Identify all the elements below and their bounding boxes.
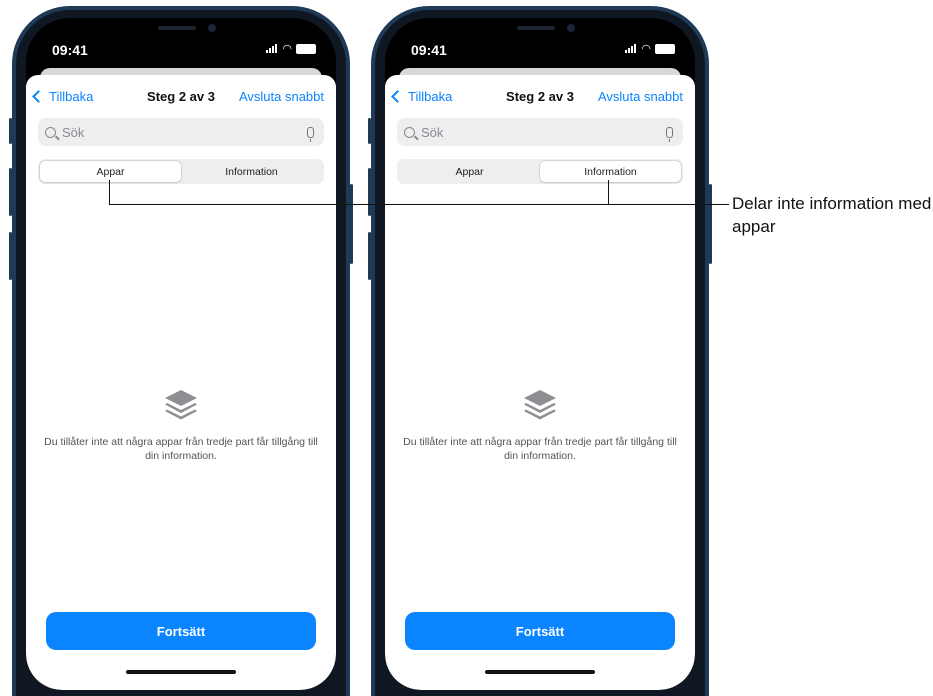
- tab-appar[interactable]: Appar: [399, 161, 540, 182]
- callout-line-right-vertical: [608, 180, 609, 205]
- status-bar: 09:41 ◠: [385, 18, 695, 74]
- layers-icon: [165, 390, 197, 420]
- speaker: [517, 26, 555, 30]
- power-button: [709, 184, 712, 264]
- empty-message: Du tillåter inte att några appar från tr…: [403, 436, 677, 462]
- wifi-icon: ◠: [641, 43, 651, 55]
- side-button: [368, 118, 371, 144]
- callout-line-left-vertical: [109, 180, 110, 205]
- quick-exit-button[interactable]: Avsluta snabbt: [239, 89, 324, 104]
- callout-label: Delar inte information med appar: [732, 194, 932, 236]
- navigation-bar: Tillbaka Steg 2 av 3 Avsluta snabbt: [385, 87, 695, 111]
- continue-button[interactable]: Fortsätt: [405, 612, 675, 650]
- search-placeholder: Sök: [62, 124, 85, 140]
- volume-up-button: [368, 168, 371, 216]
- phone-left: 09:41 ◠ Tillbaka Steg 2 av 3 Avsluta sna…: [9, 6, 353, 696]
- empty-message: Du tillåter inte att några appar från tr…: [44, 436, 318, 462]
- phone-screen: 09:41 ◠ Tillbaka Steg 2 av 3 Avsluta sna…: [26, 18, 336, 690]
- navigation-bar: Tillbaka Steg 2 av 3 Avsluta snabbt: [26, 87, 336, 111]
- notch: [116, 18, 246, 46]
- status-icons: ◠: [625, 42, 675, 55]
- signal-icon: [266, 44, 278, 53]
- volume-down-button: [368, 232, 371, 280]
- search-input[interactable]: Sök: [38, 118, 324, 146]
- phone-right: 09:41 ◠ Tillbaka Steg 2 av 3 Avsluta sna…: [368, 6, 712, 696]
- continue-button[interactable]: Fortsätt: [46, 612, 316, 650]
- home-indicator: [126, 670, 236, 674]
- volume-up-button: [9, 168, 12, 216]
- status-bar: 09:41 ◠: [26, 18, 336, 74]
- camera-icon: [567, 24, 575, 32]
- microphone-icon[interactable]: [307, 126, 314, 142]
- status-time: 09:41: [52, 42, 88, 58]
- battery-icon: [655, 43, 675, 54]
- layers-icon: [524, 390, 556, 420]
- speaker: [158, 26, 196, 30]
- home-indicator: [485, 670, 595, 674]
- empty-state: Du tillåter inte att några appar från tr…: [26, 385, 336, 463]
- callout-line-horizontal: [109, 204, 729, 205]
- search-input[interactable]: Sök: [397, 118, 683, 146]
- segmented-control: Appar Information: [38, 159, 324, 184]
- phone-screen: 09:41 ◠ Tillbaka Steg 2 av 3 Avsluta sna…: [385, 18, 695, 690]
- search-placeholder: Sök: [421, 124, 444, 140]
- status-time: 09:41: [411, 42, 447, 58]
- tab-information[interactable]: Information: [540, 161, 681, 182]
- signal-icon: [625, 44, 637, 53]
- tab-information[interactable]: Information: [181, 161, 322, 182]
- empty-state: Du tillåter inte att några appar från tr…: [385, 385, 695, 463]
- camera-icon: [208, 24, 216, 32]
- search-icon: [45, 126, 56, 138]
- segmented-control: Appar Information: [397, 159, 683, 184]
- search-icon: [404, 126, 415, 138]
- status-icons: ◠: [266, 42, 316, 55]
- battery-icon: [296, 43, 316, 54]
- sheet: Tillbaka Steg 2 av 3 Avsluta snabbt Sök …: [26, 75, 336, 690]
- side-button: [9, 118, 12, 144]
- volume-down-button: [9, 232, 12, 280]
- wifi-icon: ◠: [282, 43, 292, 55]
- sheet: Tillbaka Steg 2 av 3 Avsluta snabbt Sök …: [385, 75, 695, 690]
- callout-text: Delar inte information med appar: [732, 192, 932, 238]
- notch: [475, 18, 605, 46]
- tab-appar[interactable]: Appar: [40, 161, 181, 182]
- quick-exit-button[interactable]: Avsluta snabbt: [598, 89, 683, 104]
- power-button: [350, 184, 353, 264]
- microphone-icon[interactable]: [666, 126, 673, 142]
